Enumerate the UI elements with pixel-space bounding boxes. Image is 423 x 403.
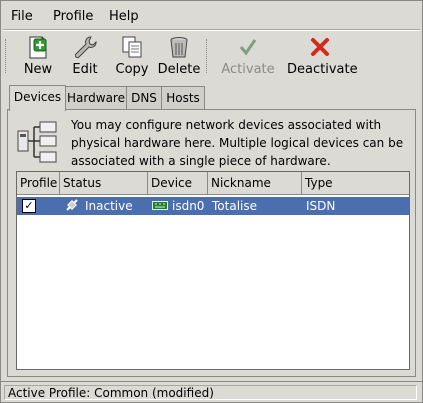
wrench-icon <box>72 34 98 60</box>
statusbar-text: Active Profile: Common (modified) <box>4 385 417 400</box>
device-cell: isdn0 <box>172 199 205 213</box>
type-cell: ISDN <box>306 199 336 213</box>
inactive-status-icon <box>65 198 79 217</box>
delete-button-label: Delete <box>157 62 201 77</box>
device-list[interactable]: Profile Status Device Nickname Type ✓ In… <box>16 171 410 370</box>
devices-description: You may configure network devices associ… <box>71 118 404 168</box>
nickname-cell: Totalise <box>212 199 257 213</box>
red-x-icon <box>307 34 333 60</box>
checkmark-icon <box>235 34 261 60</box>
column-header-type[interactable]: Type <box>302 172 409 195</box>
deactivate-button[interactable]: Deactivate <box>287 34 358 78</box>
new-button[interactable]: New <box>19 34 57 78</box>
column-header-profile[interactable]: Profile <box>17 172 60 195</box>
column-header-status[interactable]: Status <box>60 172 148 195</box>
copy-button[interactable]: Copy <box>111 34 153 78</box>
new-icon <box>25 34 51 60</box>
toolbar-handle[interactable] <box>5 39 10 73</box>
toolbar-separator <box>206 39 211 73</box>
menubar-separator <box>3 29 420 31</box>
tab-dns[interactable]: DNS <box>126 86 162 109</box>
menu-profile[interactable]: Profile <box>53 9 93 24</box>
deactivate-button-label: Deactivate <box>287 62 358 77</box>
statusbar: Active Profile: Common (modified) <box>1 381 422 403</box>
network-devices-icon <box>16 119 60 165</box>
tab-devices[interactable]: Devices <box>9 85 66 111</box>
table-row[interactable]: ✓ Inactive isdn0 Totalise ISDN <box>17 197 409 215</box>
activate-button[interactable]: Activate <box>220 34 276 78</box>
isdn-device-icon <box>152 199 168 217</box>
network-configuration-window: File Profile Help New Edit Copy Delete A… <box>0 0 423 403</box>
profile-checkbox[interactable]: ✓ <box>22 199 36 213</box>
menu-help[interactable]: Help <box>109 9 139 24</box>
tab-hosts[interactable]: Hosts <box>161 86 205 109</box>
new-button-label: New <box>23 62 53 77</box>
column-header-nickname[interactable]: Nickname <box>208 172 302 195</box>
edit-button[interactable]: Edit <box>65 34 105 78</box>
copy-icon <box>119 34 145 60</box>
delete-button[interactable]: Delete <box>157 34 201 78</box>
tab-panel-border <box>7 109 416 110</box>
edit-button-label: Edit <box>72 62 98 77</box>
status-cell: Inactive <box>85 199 133 213</box>
menubar: File Profile Help <box>1 1 422 31</box>
menu-file[interactable]: File <box>11 9 33 24</box>
column-header-device[interactable]: Device <box>148 172 208 195</box>
activate-button-label: Activate <box>221 62 275 77</box>
trash-icon <box>166 34 192 60</box>
copy-button-label: Copy <box>115 62 149 77</box>
tab-hardware[interactable]: Hardware <box>65 86 127 109</box>
